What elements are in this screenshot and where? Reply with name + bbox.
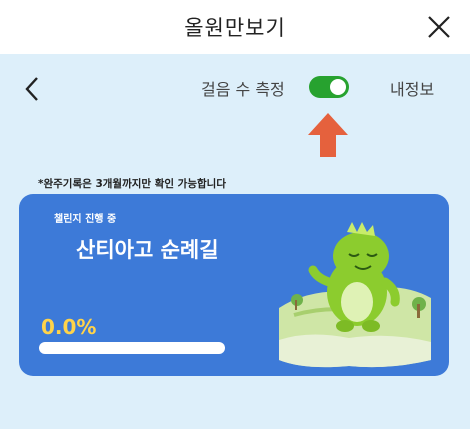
challenge-status-tag: 챌린지 진행 중: [54, 214, 117, 225]
up-arrow-icon: [308, 113, 348, 157]
record-notice: *완주기록은 3개월까지만 확인 가능합니다: [38, 178, 226, 190]
challenge-card[interactable]: 챌린지 진행 중 산티아고 순례길 0.0%: [19, 194, 449, 376]
close-icon[interactable]: [426, 14, 452, 40]
chevron-left-icon[interactable]: [22, 74, 42, 104]
my-info-button[interactable]: 내정보: [390, 76, 434, 100]
main-content: 걸음 수 측정 내정보 *완주기록은 3개월까지만 확인 가능합니다 챌린지 진…: [0, 54, 470, 429]
challenge-name: 산티아고 순례길: [76, 238, 219, 262]
step-count-toggle[interactable]: [309, 76, 349, 98]
progress-bar: [39, 342, 225, 354]
mascot-illustration: [279, 222, 431, 368]
toggle-knob: [330, 79, 346, 95]
page-title: 올원만보기: [184, 16, 286, 40]
title-bar: 올원만보기: [0, 0, 470, 54]
step-count-label: 걸음 수 측정: [201, 80, 285, 99]
progress-percent: 0.0%: [41, 315, 97, 339]
